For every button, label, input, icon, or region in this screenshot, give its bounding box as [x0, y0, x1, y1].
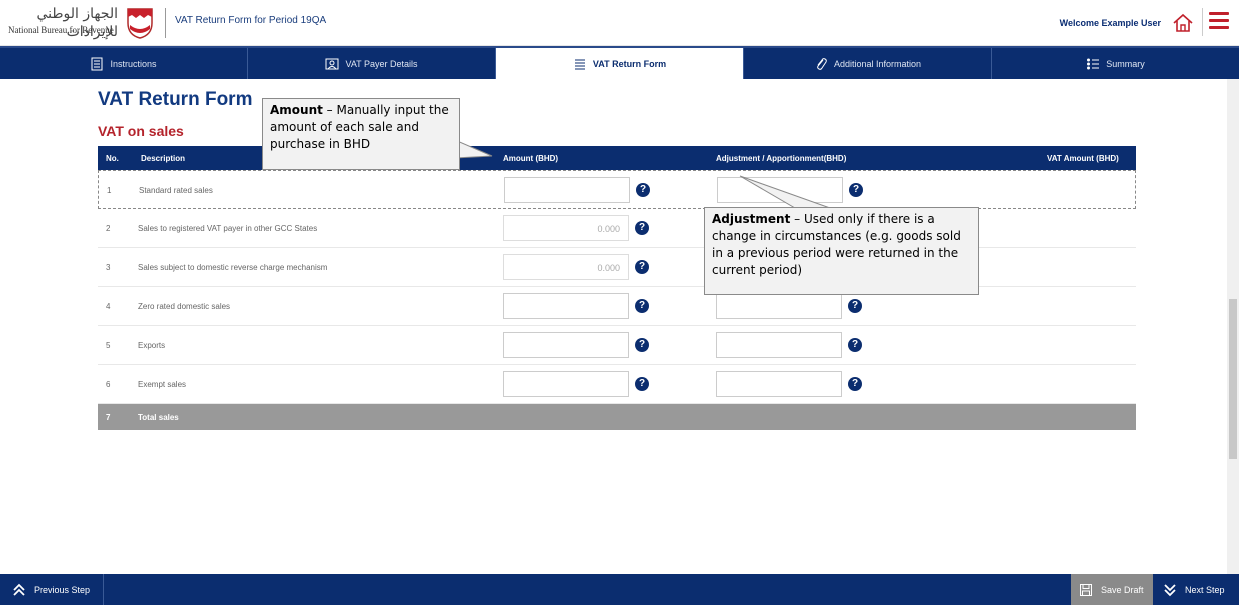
row-number: 5 [106, 341, 111, 350]
emblem-icon [127, 8, 153, 39]
row-number: 4 [106, 302, 111, 311]
help-icon[interactable]: ? [635, 338, 649, 352]
row-description: Exempt sales [138, 380, 187, 389]
section-title: VAT on sales [98, 123, 184, 139]
header-divider [165, 8, 166, 38]
tab-label: Summary [1106, 58, 1145, 69]
amount-input[interactable] [503, 371, 629, 397]
tab-label: Additional Information [833, 58, 922, 69]
row-number: 2 [106, 224, 111, 233]
welcome-text: Welcome Example User [1059, 18, 1161, 28]
row-description: Standard rated sales [139, 186, 213, 195]
tab-instructions[interactable]: Instructions [0, 48, 248, 79]
help-icon[interactable]: ? [635, 260, 649, 274]
callout-title: Adjustment [712, 212, 791, 226]
tab-vat-return-form[interactable]: VAT Return Form [496, 48, 744, 79]
help-icon[interactable]: ? [848, 299, 862, 313]
total-row: 7 Total sales [98, 404, 1136, 430]
adjustment-input[interactable] [716, 371, 842, 397]
amount-input[interactable] [504, 177, 630, 203]
document-icon [91, 57, 103, 70]
help-icon[interactable]: ? [848, 377, 862, 391]
table-row: 2 Sales to registered VAT payer in other… [98, 209, 1136, 248]
next-step-button[interactable]: Next Step [1153, 574, 1239, 605]
paperclip-icon [817, 57, 827, 70]
tab-additional-information[interactable]: Additional Information [744, 48, 992, 79]
table-row: 6 Exempt sales ? ? [98, 365, 1136, 404]
hamburger-menu-icon[interactable] [1209, 12, 1229, 32]
column-header-amount: Amount (BHD) [503, 154, 559, 163]
adjustment-callout: Adjustment – Used only if there is a cha… [704, 207, 979, 295]
table-row: 1 Standard rated sales ? ? [98, 170, 1136, 209]
help-icon[interactable]: ? [635, 377, 649, 391]
help-icon[interactable]: ? [849, 183, 863, 197]
app-header: الجهاز الوطني للإيرادات National Bureau … [0, 0, 1239, 46]
tab-summary[interactable]: Summary [992, 48, 1239, 79]
wizard-footer: Previous Step Save Draft Next Step [0, 574, 1239, 605]
amount-callout: Amount – Manually input the amount of ea… [262, 98, 460, 170]
row-number: 6 [106, 380, 111, 389]
row-description: Total sales [138, 413, 179, 422]
callout-title: Amount [270, 103, 323, 117]
help-icon[interactable]: ? [636, 183, 650, 197]
nbr-logo[interactable]: الجهاز الوطني للإيرادات National Bureau … [8, 5, 158, 41]
row-description: Exports [138, 341, 166, 350]
table-row: 4 Zero rated domestic sales ? ? [98, 287, 1136, 326]
amount-input[interactable] [503, 332, 629, 358]
next-step-label: Next Step [1185, 584, 1225, 595]
row-number: 1 [107, 186, 112, 195]
vertical-scrollbar[interactable] [1227, 79, 1239, 574]
home-icon[interactable] [1172, 12, 1194, 34]
list-icon [574, 59, 585, 69]
adjustment-input[interactable] [716, 293, 842, 319]
column-header-vat-amount: VAT Amount (BHD) [1047, 154, 1119, 163]
adjustment-input[interactable] [716, 332, 842, 358]
save-icon [1080, 583, 1092, 596]
help-icon[interactable]: ? [848, 338, 862, 352]
header-separator [1202, 8, 1203, 36]
scrollbar-thumb[interactable] [1229, 299, 1237, 459]
previous-step-label: Previous Step [34, 584, 91, 595]
checklist-icon [1087, 58, 1100, 69]
row-number: 7 [106, 413, 111, 422]
save-draft-button[interactable]: Save Draft [1071, 574, 1153, 605]
column-header-adjustment: Adjustment / Apportionment(BHD) [716, 154, 847, 163]
table-row: 3 Sales subject to domestic reverse char… [98, 248, 1136, 287]
previous-step-button[interactable]: Previous Step [0, 574, 104, 605]
page-title: VAT Return Form [98, 89, 253, 110]
row-description: Sales subject to domestic reverse charge… [138, 263, 328, 272]
column-header-no: No. [106, 154, 119, 163]
amount-input[interactable]: 0.000 [503, 254, 629, 280]
tab-label: Instructions [110, 58, 157, 69]
wizard-tabs: Instructions VAT Payer Details VAT Retur… [0, 46, 1239, 79]
adjustment-input[interactable] [717, 177, 843, 203]
logo-english-text: National Bureau for Revenue [8, 25, 114, 35]
double-chevron-down-icon [1164, 583, 1176, 596]
logo-arabic-text: الجهاز الوطني للإيرادات [36, 6, 118, 40]
vat-sales-table: No. Description Amount (BHD) Adjustment … [98, 146, 1136, 430]
page-header-title: VAT Return Form for Period 19QA [175, 15, 327, 26]
tab-vat-payer-details[interactable]: VAT Payer Details [248, 48, 496, 79]
tab-label: VAT Return Form [592, 58, 667, 69]
row-description: Sales to registered VAT payer in other G… [138, 224, 318, 233]
row-description: Zero rated domestic sales [138, 302, 231, 311]
save-draft-label: Save Draft [1101, 584, 1144, 595]
help-icon[interactable]: ? [635, 221, 649, 235]
column-header-description: Description [141, 154, 186, 163]
vat-return-page: الجهاز الوطني للإيرادات National Bureau … [0, 0, 1239, 605]
tab-label: VAT Payer Details [345, 58, 418, 69]
amount-input[interactable]: 0.000 [503, 215, 629, 241]
double-chevron-up-icon [13, 583, 25, 596]
help-icon[interactable]: ? [635, 299, 649, 313]
amount-input[interactable] [503, 293, 629, 319]
table-header: No. Description Amount (BHD) Adjustment … [98, 146, 1136, 170]
row-number: 3 [106, 263, 111, 272]
table-row: 5 Exports ? ? [98, 326, 1136, 365]
person-card-icon [325, 58, 339, 69]
